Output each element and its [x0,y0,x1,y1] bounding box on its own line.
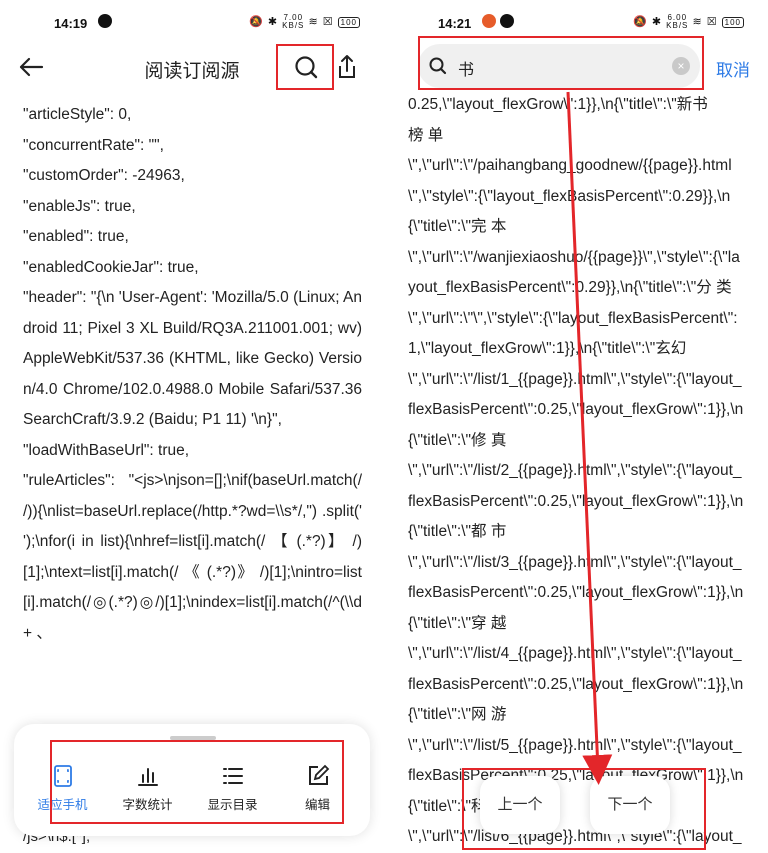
battery-icon: 100 [337,16,360,28]
clear-search-icon[interactable]: × [672,57,690,75]
show-toc-button[interactable]: 显示目录 [190,764,275,828]
result-line: \",\"url\":\"/list/6_{{page}}.html\",\"s… [408,828,742,845]
word-count-button[interactable]: 字数统计 [105,764,190,828]
code-line: "enabled": true, [23,228,129,245]
result-line: \",\"url\":\"\",\"style\":{\"layout_flex… [408,309,738,358]
status-bar: 14:19 🔕 ✱ 7.00 KB/S ≋ ☒ 100 [0,0,384,44]
search-input[interactable]: 书 [458,56,474,80]
code-line: "articleStyle": 0, [23,106,132,123]
tool-label: 编辑 [304,798,330,812]
search-result-text: 0.25,\"layout_flexGrow\":1}},\n{\"title\… [408,90,744,853]
edit-button[interactable]: 编辑 [275,764,360,828]
edit-icon [308,764,329,785]
bottom-toolbar: 适应手机 字数统计 显示目录 编辑 [14,724,370,836]
status-time: 14:21 [438,16,472,31]
tool-label: 适应手机 [37,798,88,812]
result-line: 榜 单 [408,126,444,144]
source-code-text: "articleStyle": 0, "concurrentRate": "", "… [23,100,362,649]
status-bar: 14:21 🔕 ✱ 6.00 KB/S ≋ ☒ 100 [384,0,768,44]
prev-match-button[interactable]: 上一个 [480,776,560,834]
tool-label: 字数统计 [122,798,173,812]
share-icon[interactable] [334,52,360,82]
code-line: "enableJs": true, [23,197,136,215]
result-line: \",\"url\":\"/list/4_{{page}}.html\",\"s… [408,645,744,723]
drag-handle[interactable] [170,736,216,740]
result-line: \",\"url\":\"/list/5_{{page}}.html\",\"s… [408,736,744,815]
search-icon[interactable] [276,46,334,90]
net-speed: 6.00 KB/S [666,13,689,30]
battery-icon: 100 [721,16,744,28]
bar-chart-icon [137,768,158,786]
result-line: \",\"url\":\"/list/3_{{page}}.html\",\"s… [408,553,744,632]
app-weibo-icon [482,14,496,28]
code-line: "ruleArticles": "<js>\njson=[];\nif(base… [23,472,362,642]
right-screen: 14:21 🔕 ✱ 6.00 KB/S ≋ ☒ 100 书 × 取消 0.25,\… [384,0,768,853]
app-q-icon [98,14,112,28]
app-q-icon [500,14,514,28]
code-line: "enabledCookieJar": true, [23,258,199,276]
status-icons: 🔕 ✱ 6.00 KB/S ≋ ☒ 100 [633,14,744,30]
result-line: \",\"url\":\"/paihangbang_goodnew/{{page… [408,157,732,235]
cancel-button[interactable]: 取消 [716,56,750,81]
result-line: \",\"url\":\"/list/2_{{page}}.html\",\"s… [408,462,744,540]
result-line: 0.25,\"layout_flexGrow\":1}},\n{\"title\… [408,96,708,113]
search-bar[interactable]: 书 × [418,44,700,88]
list-icon [222,768,243,784]
fit-phone-button[interactable]: 适应手机 [20,764,105,828]
code-line: "concurrentRate": "", [23,136,164,154]
code-line: "loadWithBaseUrl": true, [23,441,190,459]
tool-label: 显示目录 [207,798,258,812]
left-screen: 14:19 🔕 ✱ 7.00 KB/S ≋ ☒ 100 阅读订阅源 "articl… [0,0,384,853]
code-line: "header": "{\n 'User-Agent': 'Mozilla/5.… [23,289,363,428]
search-icon [429,57,447,75]
fit-screen-icon [53,765,72,787]
code-line: "customOrder": -24963, [23,167,185,184]
title-bar: 阅读订阅源 [0,44,384,90]
status-icons: 🔕 ✱ 7.00 KB/S ≋ ☒ 100 [249,14,360,30]
result-line: \",\"url\":\"/list/1_{{page}}.html\",\"s… [408,370,744,449]
net-speed: 7.00 KB/S [282,13,305,30]
status-time: 14:19 [54,16,88,31]
next-match-button[interactable]: 下一个 [590,776,670,834]
result-line: \",\"url\":\"/wanjiexiaoshuo/{{page}}\",… [408,248,740,297]
